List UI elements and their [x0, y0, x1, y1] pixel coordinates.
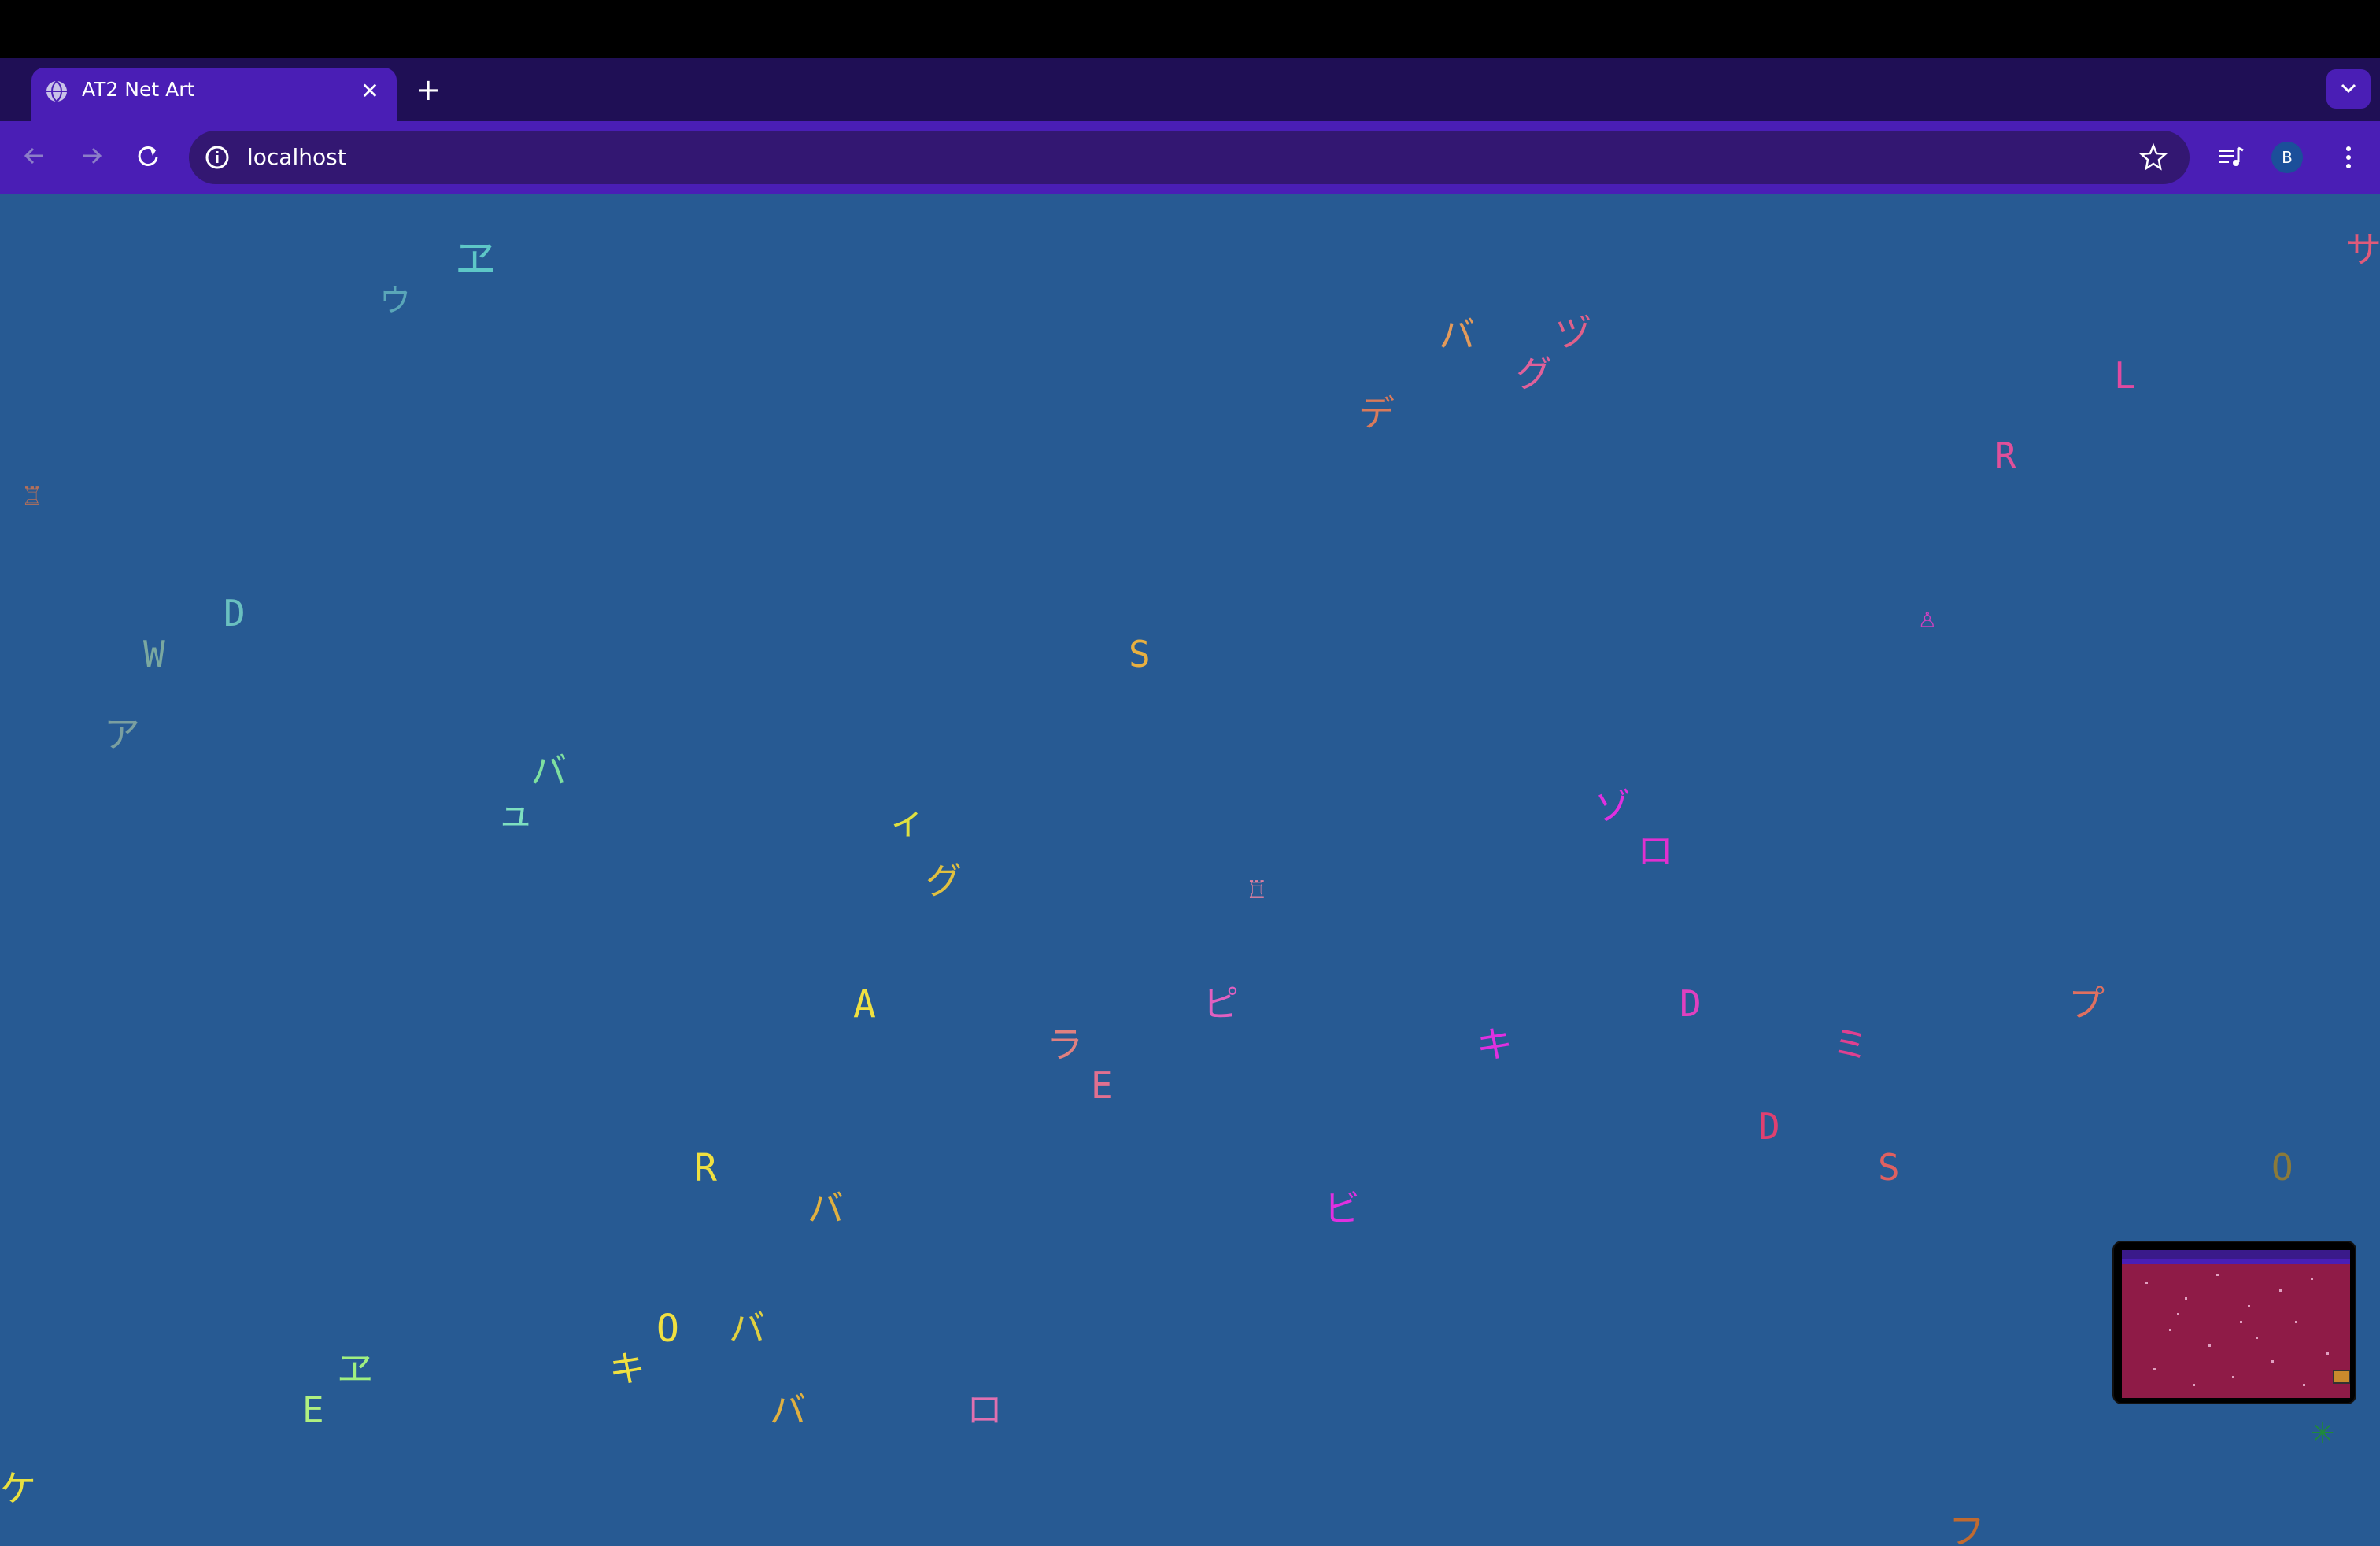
- tab-search-button[interactable]: [2326, 69, 2371, 109]
- minimap-dot: [2326, 1352, 2329, 1355]
- floating-glyph: バ: [1439, 313, 1475, 356]
- floating-glyph: グ: [1516, 353, 1552, 395]
- profile-avatar[interactable]: B: [2271, 142, 2303, 173]
- floating-glyph: ピ: [1203, 982, 1239, 1025]
- floating-glyph: ロ: [966, 1389, 1003, 1431]
- minimap-dot: [2185, 1297, 2187, 1300]
- bookmark-star-icon[interactable]: [2138, 142, 2169, 173]
- info-icon[interactable]: [203, 143, 231, 172]
- floating-glyph: A: [853, 982, 876, 1026]
- floating-glyph: L: [2114, 354, 2136, 397]
- floating-glyph: ♖: [1248, 873, 1266, 905]
- floating-glyph: ヱ: [337, 1348, 373, 1390]
- minimap-dot: [2208, 1344, 2211, 1347]
- asterisk-glyph: ✳: [2311, 1418, 2335, 1450]
- floating-glyph: S: [1129, 633, 1151, 675]
- floating-glyph: ヱ: [455, 236, 497, 283]
- minimap-dot: [2145, 1282, 2148, 1284]
- floating-glyph: バ: [770, 1389, 806, 1431]
- minimap-dot: [2256, 1337, 2258, 1339]
- kebab-menu-icon[interactable]: [2333, 142, 2364, 173]
- floating-glyph: O: [656, 1307, 679, 1351]
- minimap-dot: [2311, 1278, 2313, 1280]
- minimap-dot: [2271, 1360, 2274, 1363]
- floating-glyph: サ: [2345, 228, 2380, 271]
- floating-glyph: D: [1680, 982, 1702, 1025]
- floating-glyph: ケ: [0, 1467, 36, 1510]
- page-canvas: ヱウバヅグデ L R サ ♖ D W S ♙ アバュィグ ♖ ゾロ A ピラ E キ D ミプ D S O R バビ O バヱ E…: [0, 194, 2380, 1546]
- media-control-icon[interactable]: [2215, 142, 2246, 173]
- floating-glyph: ィ: [889, 800, 926, 842]
- address-bar[interactable]: [189, 131, 2190, 184]
- floating-glyph: ゾ: [1595, 786, 1631, 828]
- minimap-thumb: [2333, 1370, 2350, 1384]
- chevron-down-icon: [2341, 83, 2356, 94]
- floating-glyph: D: [1758, 1105, 1780, 1148]
- minimap-dot: [2295, 1321, 2297, 1323]
- minimap-preview[interactable]: [2112, 1241, 2356, 1404]
- floating-glyph: ビ: [1324, 1187, 1360, 1230]
- minimap-dot: [2303, 1384, 2305, 1386]
- new-tab-button[interactable]: +: [412, 74, 444, 105]
- tab-title: AT2 Net Art: [82, 78, 195, 101]
- minimap-dot: [2240, 1321, 2242, 1323]
- floating-glyph: E: [1091, 1064, 1113, 1107]
- top-black-bar: [0, 0, 2380, 58]
- floating-glyph: E: [302, 1389, 324, 1431]
- floating-glyph: キ: [1476, 1023, 1513, 1066]
- minimap-dot: [2193, 1384, 2195, 1386]
- url-text[interactable]: localhost: [247, 143, 346, 172]
- minimap-dot: [2279, 1289, 2282, 1292]
- minimap-dot: [2216, 1274, 2219, 1276]
- minimap-tab-strip: [2122, 1250, 2350, 1259]
- floating-glyph: O: [2271, 1146, 2293, 1189]
- floating-glyph: ア: [104, 713, 140, 756]
- floating-glyph: R: [1994, 435, 2016, 477]
- minimap-dot: [2169, 1329, 2171, 1331]
- floating-glyph: フ: [1949, 1510, 1985, 1546]
- floating-glyph: キ: [609, 1348, 645, 1390]
- forward-arrow-icon[interactable]: [72, 137, 110, 175]
- minimap-dot: [2177, 1313, 2179, 1315]
- floating-glyph: バ: [530, 749, 567, 792]
- floating-glyph: ラ: [1047, 1023, 1083, 1066]
- minimap-toolbar: [2122, 1259, 2350, 1264]
- minimap-dot: [2248, 1305, 2250, 1307]
- reload-icon[interactable]: [129, 137, 167, 175]
- minimap-dot: [2153, 1368, 2156, 1370]
- floating-glyph: ミ: [1832, 1023, 1868, 1066]
- close-tab-icon[interactable]: ✕: [356, 77, 384, 105]
- floating-glyph: ウ: [379, 283, 411, 319]
- floating-glyph: デ: [1358, 392, 1395, 435]
- floating-glyph: S: [1878, 1146, 1900, 1189]
- floating-glyph: ヅ: [1555, 312, 1591, 354]
- floating-glyph: バ: [729, 1307, 765, 1349]
- floating-glyph: ♖: [24, 479, 41, 512]
- floating-glyph: D: [224, 592, 246, 634]
- floating-glyph: プ: [2068, 982, 2105, 1025]
- floating-glyph: バ: [808, 1187, 844, 1230]
- floating-glyph: R: [694, 1146, 717, 1190]
- floating-glyph: ♙: [1919, 602, 1936, 634]
- back-arrow-icon[interactable]: [16, 137, 54, 175]
- floating-glyph: グ: [926, 860, 962, 902]
- globe-icon: [46, 80, 67, 102]
- floating-glyph: ュ: [497, 792, 534, 834]
- floating-glyph: W: [143, 633, 165, 675]
- floating-glyph: ロ: [1637, 830, 1673, 872]
- minimap-screen: [2122, 1250, 2350, 1398]
- minimap-dot: [2232, 1376, 2234, 1378]
